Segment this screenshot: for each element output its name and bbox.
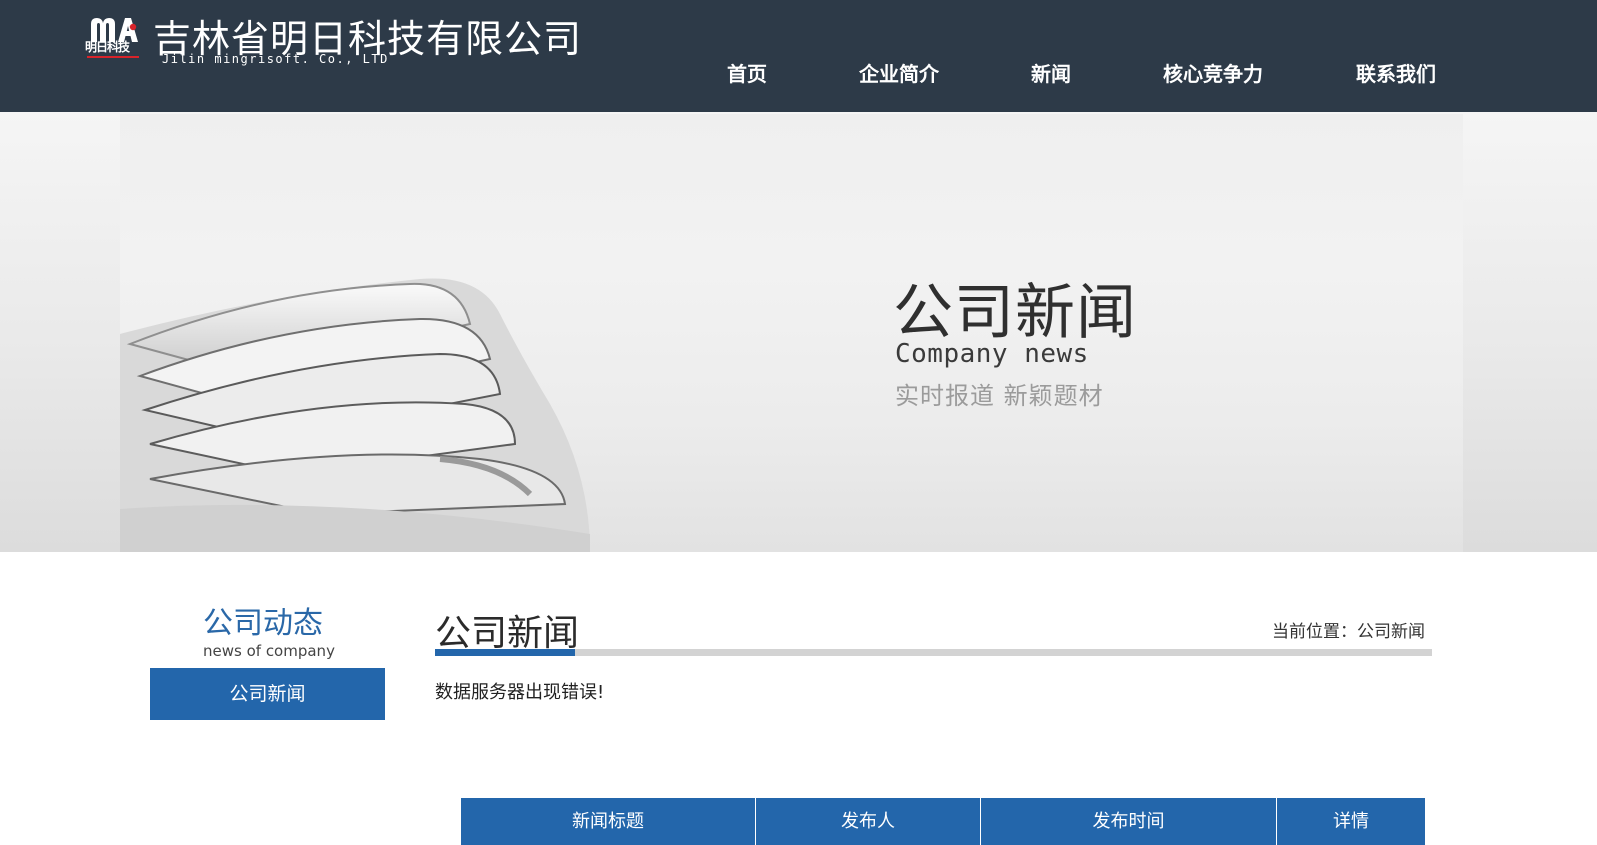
sidebar-item-company-news[interactable]: 公司新闻	[150, 668, 385, 720]
newspaper-stack-icon	[120, 278, 590, 552]
company-name-en: Jilin mingrisoft. Co., LTD	[162, 52, 389, 66]
breadcrumb: 当前位置：公司新闻	[1272, 617, 1425, 642]
banner-slogan: 实时报道 新颖题材	[895, 382, 1104, 410]
column-header-author: 发布人	[756, 798, 981, 845]
news-banner: 公司新闻 Company news 实时报道 新颖题材	[120, 114, 1463, 552]
nav-item-home[interactable]: 首页	[727, 58, 767, 88]
sidebar-subtitle: news of company	[203, 642, 335, 660]
banner-title: 公司新闻	[893, 278, 1137, 348]
column-header-title: 新闻标题	[461, 798, 756, 845]
error-message: 数据服务器出现错误!	[435, 682, 605, 703]
sidebar-title: 公司动态	[203, 606, 323, 641]
logo-mark-text: 明日科技	[85, 40, 130, 54]
breadcrumb-current[interactable]: 公司新闻	[1357, 622, 1425, 642]
title-divider-accent	[435, 649, 575, 656]
column-header-time: 发布时间	[981, 798, 1277, 845]
nav-item-contact[interactable]: 联系我们	[1356, 58, 1436, 88]
site-header: 明日科技 吉林省明日科技有限公司 Jilin mingrisoft. Co., …	[0, 0, 1597, 112]
column-header-details: 详情	[1277, 798, 1425, 845]
nav-item-about[interactable]: 企业简介	[859, 58, 939, 88]
title-divider	[435, 649, 1432, 656]
banner-subtitle: Company news	[895, 339, 1089, 369]
nav-item-news[interactable]: 新闻	[1031, 58, 1071, 88]
nav-item-competence[interactable]: 核心竞争力	[1163, 58, 1263, 88]
breadcrumb-prefix: 当前位置：	[1272, 622, 1357, 642]
news-table-header: 新闻标题 发布人 发布时间 详情	[461, 798, 1425, 845]
